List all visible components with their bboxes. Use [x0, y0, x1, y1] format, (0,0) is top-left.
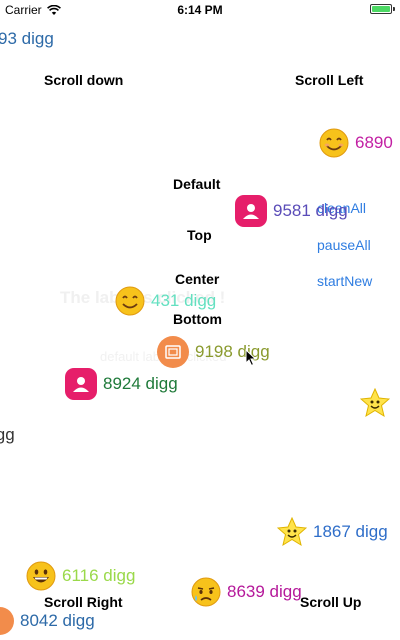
- photo-avatar-icon: [0, 607, 14, 635]
- danmaku-text: 431 digg: [151, 291, 217, 310]
- star-emoji-icon: [277, 517, 307, 547]
- top-button[interactable]: Top: [187, 227, 212, 243]
- start-new-button[interactable]: startNew: [317, 273, 372, 289]
- cursor-icon: [245, 349, 257, 367]
- battery-cap: [393, 7, 395, 11]
- grin-emoji-icon: [26, 561, 56, 591]
- battery-icon: [370, 4, 392, 14]
- danmaku-text: 6116 digg: [62, 566, 136, 585]
- danmaku-item[interactable]: 6890: [319, 128, 393, 158]
- danmaku-text: 8924 digg: [103, 374, 178, 393]
- sweat-emoji-icon: [191, 577, 221, 607]
- danmaku-text: 9581 digg: [273, 201, 348, 220]
- danmaku-item[interactable]: 431 digg: [115, 286, 216, 316]
- danmaku-text: 8639 digg: [227, 582, 302, 601]
- danmaku-item[interactable]: 8639 digg: [191, 577, 302, 607]
- center-button[interactable]: Center: [175, 271, 219, 287]
- danmaku-item[interactable]: [360, 388, 390, 418]
- scroll-down-button[interactable]: Scroll down: [44, 72, 123, 88]
- danmaku-text: 93 digg: [0, 29, 54, 48]
- scroll-left-button[interactable]: Scroll Left: [295, 72, 363, 88]
- danmaku-text: 1867 digg: [313, 522, 388, 541]
- danmaku-item[interactable]: 8042 digg: [0, 607, 95, 635]
- danmaku-item[interactable]: 1867 digg: [277, 517, 388, 547]
- scroll-up-button[interactable]: Scroll Up: [300, 594, 361, 610]
- pause-all-button[interactable]: pauseAll: [317, 237, 371, 253]
- danmaku-text: 9198 digg: [195, 342, 270, 361]
- danmaku-text: igg: [0, 425, 15, 444]
- smile-emoji-icon: [319, 128, 349, 158]
- danmaku-item[interactable]: 8924 digg: [65, 368, 178, 400]
- star-emoji-icon: [360, 388, 390, 418]
- danmaku-item[interactable]: 93 digg: [0, 29, 54, 49]
- status-bar: Carrier 6:14 PM: [0, 0, 400, 20]
- user-avatar-icon: [65, 368, 97, 400]
- danmaku-item[interactable]: 6116 digg: [26, 561, 135, 591]
- danmaku-text: 8042 digg: [20, 611, 95, 630]
- smile-emoji-icon: [115, 286, 145, 316]
- photo-avatar-icon: [157, 336, 189, 368]
- user-avatar-icon: [235, 195, 267, 227]
- danmaku-item[interactable]: igg: [0, 425, 15, 445]
- danmaku-text: 6890: [355, 133, 393, 152]
- default-button[interactable]: Default: [173, 176, 220, 192]
- danmaku-item[interactable]: 9581 digg: [235, 195, 348, 227]
- status-time: 6:14 PM: [177, 3, 223, 17]
